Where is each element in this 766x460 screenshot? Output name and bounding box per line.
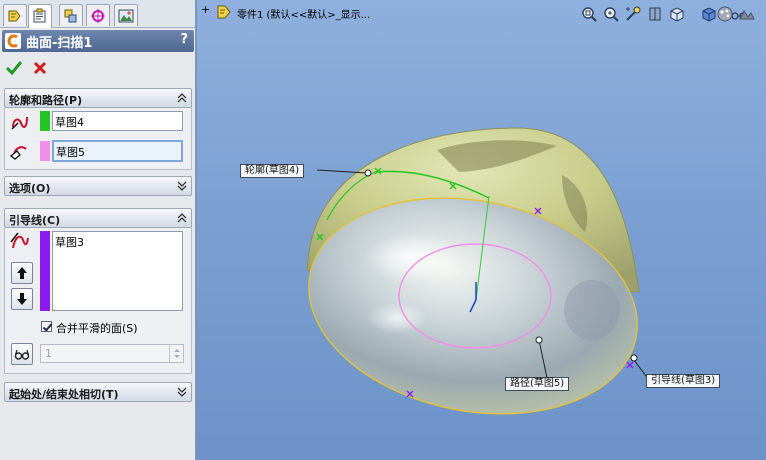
options-group-header[interactable]: 选项(O) — [4, 176, 192, 196]
profile-path-group-body: 草图4 草图5 — [4, 108, 192, 170]
inner-highlight-2 — [367, 302, 427, 334]
expand-down-icon[interactable] — [176, 386, 188, 398]
merge-smooth-faces-checkbox[interactable] — [41, 321, 52, 332]
feature-title: 曲面-扫描1 — [26, 36, 93, 51]
dimxpert-tab-icon — [91, 9, 105, 23]
profile-value: 草图4 — [55, 116, 84, 129]
guide-value: 草图3 — [55, 236, 84, 249]
guide-curves-title: 引导线(C) — [9, 214, 61, 227]
appearance-icon[interactable] — [716, 5, 734, 23]
guide-callout[interactable]: 引导线(草图3) — [646, 374, 721, 388]
guide-curves-group-body: 草图3 合并平滑的面(S) 1 — [4, 228, 192, 374]
ok-cancel-bar — [4, 58, 64, 78]
manager-tabs — [0, 0, 195, 28]
path-callout[interactable]: 路径(草图5) — [505, 377, 570, 391]
guide-curve-icon — [10, 232, 29, 249]
path-selection-box[interactable]: 草图5 — [52, 140, 183, 162]
profile-color-swatch — [40, 111, 50, 131]
cancel-x-icon[interactable] — [30, 58, 50, 78]
help-button[interactable]: ? — [180, 32, 188, 47]
profile-callout[interactable]: 轮廓(草图4) — [240, 164, 305, 178]
show-sections-button[interactable] — [11, 343, 33, 365]
profile-icon — [11, 116, 28, 130]
path-color-swatch — [40, 141, 50, 161]
merge-smooth-faces-label: 合并平滑的面(S) — [56, 322, 138, 335]
tangency-title: 起始处/结束处相切(T) — [9, 388, 119, 401]
display-manager-tab-icon — [118, 9, 134, 23]
graphics-viewport[interactable]: 轮廓(草图4) 路径(草图5) 引导线(草图3) + 零件1 (默认<<默认>_… — [197, 0, 766, 460]
configuration-manager-tab-icon — [64, 9, 77, 23]
guide-curves-group-header[interactable]: 引导线(C) — [4, 208, 192, 228]
profile-path-title: 轮廓和路径(P) — [9, 94, 83, 107]
tangency-group-header[interactable]: 起始处/结束处相切(T) — [4, 382, 192, 402]
tree-expander[interactable]: + — [201, 3, 210, 16]
part-icon — [217, 5, 231, 19]
expand-down-icon[interactable] — [176, 180, 188, 192]
feature-manager-tab-icon — [8, 10, 21, 22]
guide-color-swatch — [40, 231, 50, 311]
profile-selection-box[interactable]: 草图4 — [52, 111, 183, 131]
view-orientation-icon[interactable] — [668, 5, 686, 23]
configuration-manager-tab[interactable] — [59, 4, 83, 26]
display-manager-tab[interactable] — [114, 4, 138, 26]
path-leader-dot — [535, 336, 543, 344]
inner-shadow — [564, 280, 620, 340]
guide-curves-list[interactable]: 草图3 — [52, 231, 183, 311]
property-manager-panel: 曲面-扫描1 ? 轮廓和路径(P) 草图4 草图5 选项(O) 引导线(C) 草… — [0, 0, 196, 460]
pink-marker-2 — [626, 361, 634, 369]
path-icon — [9, 146, 27, 160]
zoom-area-icon[interactable] — [602, 5, 620, 23]
move-down-button[interactable] — [11, 288, 33, 310]
arrow-up-icon — [17, 267, 27, 279]
property-manager-tab[interactable] — [28, 4, 52, 28]
spinner-arrows[interactable] — [169, 345, 183, 362]
glasses-icon — [14, 349, 30, 360]
move-up-button[interactable] — [11, 262, 33, 284]
zoom-to-fit-icon[interactable] — [580, 5, 598, 23]
sweep-surface-scene[interactable] — [197, 0, 766, 460]
section-count-value: 1 — [45, 347, 52, 360]
profile-leader-dot — [364, 169, 372, 177]
profile-path-group-header[interactable]: 轮廓和路径(P) — [4, 88, 192, 108]
section-count-spinner[interactable]: 1 — [40, 344, 184, 363]
ok-check-icon[interactable] — [4, 58, 24, 78]
collapse-up-icon[interactable] — [176, 92, 188, 104]
section-view-icon[interactable] — [646, 5, 664, 23]
previous-view-icon[interactable] — [624, 5, 642, 23]
inner-highlight — [364, 233, 460, 283]
arrow-down-icon — [17, 293, 27, 305]
path-value: 草图5 — [56, 146, 85, 159]
collapse-up-icon[interactable] — [176, 212, 188, 224]
options-title: 选项(O) — [9, 182, 51, 195]
sweep-feature-icon — [5, 33, 21, 49]
dimxpert-tab[interactable] — [86, 4, 110, 26]
property-manager-tab-icon — [33, 8, 46, 23]
feature-header: 曲面-扫描1 ? — [2, 30, 194, 52]
guide-leader-dot — [630, 354, 638, 362]
part-name-crumb: 零件1 (默认<<默认>_显示... — [237, 10, 371, 21]
feature-manager-tab[interactable] — [3, 4, 27, 26]
scene-icon[interactable] — [738, 5, 756, 23]
